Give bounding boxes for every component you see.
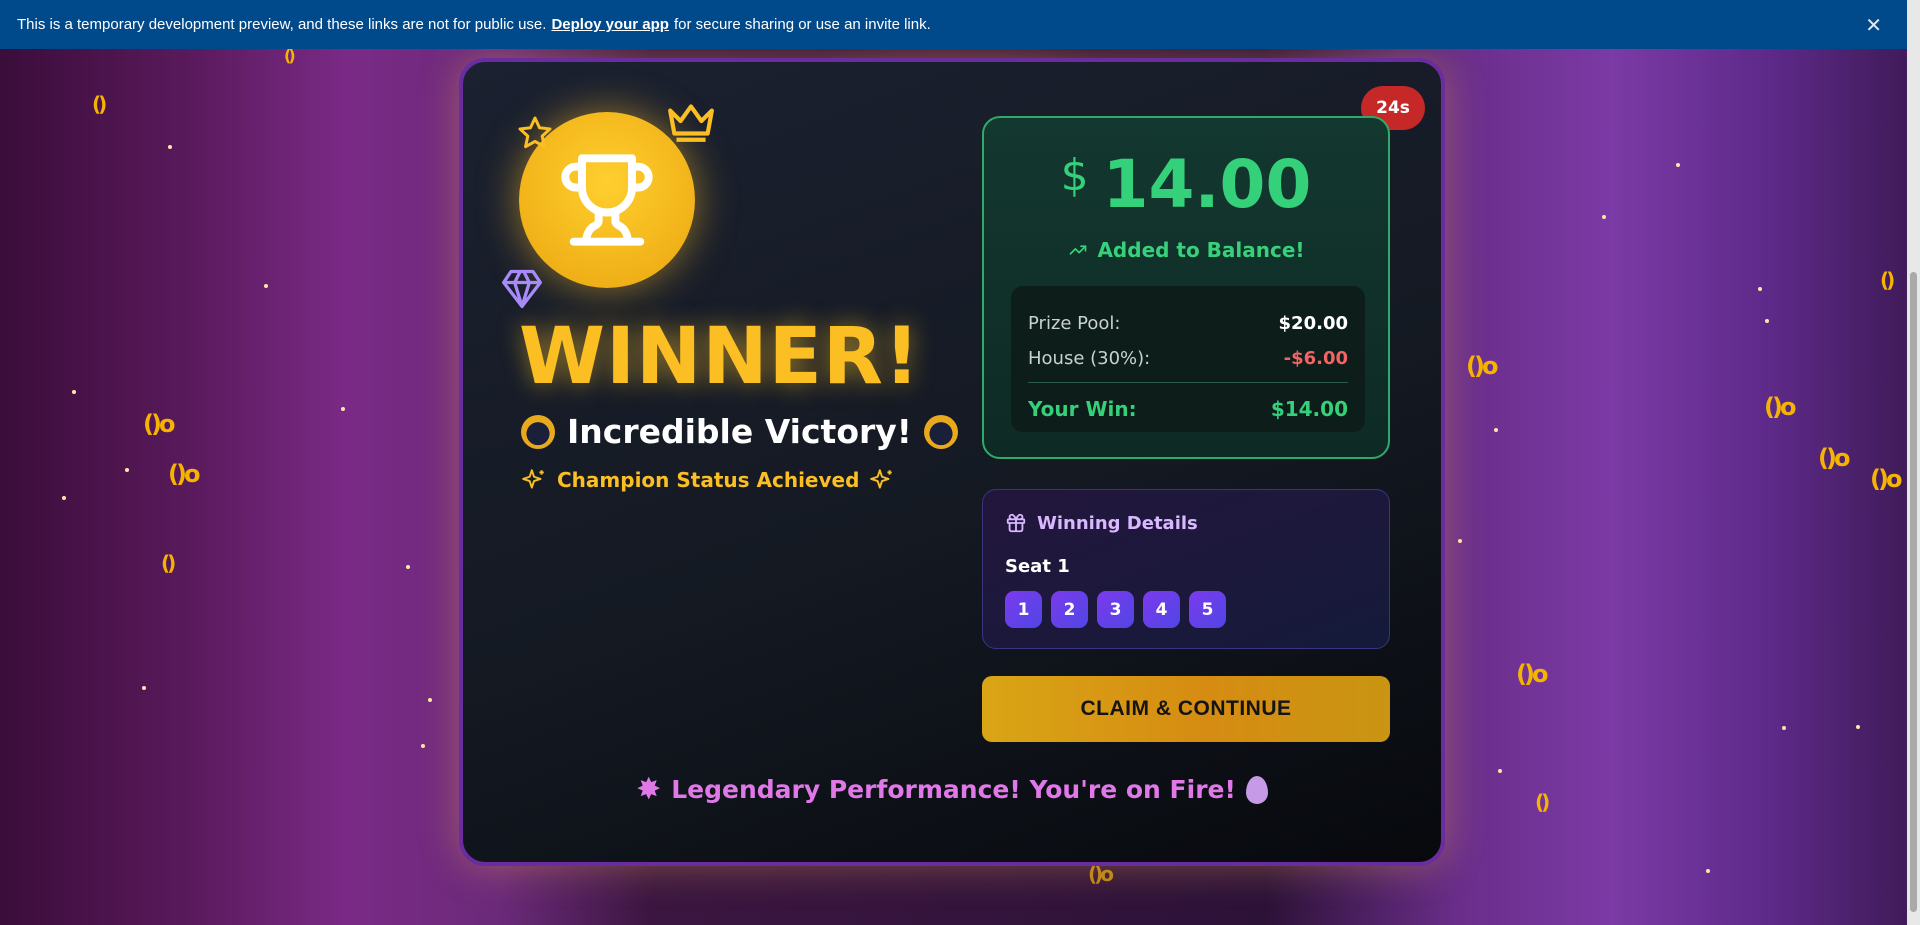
footer-message: ✸ Legendary Performance! You're on Fire! bbox=[463, 772, 1441, 807]
sparkle-dot bbox=[1494, 428, 1498, 432]
winner-title: WINNER! bbox=[519, 312, 921, 402]
coin-icon: () bbox=[161, 551, 176, 575]
sparkle-dot bbox=[142, 686, 146, 690]
trophy-icon bbox=[561, 154, 653, 246]
page-scrollbar[interactable] bbox=[1907, 0, 1920, 925]
star-icon bbox=[518, 116, 552, 149]
win-amount: $14.00 bbox=[984, 146, 1388, 223]
coin-icon: ()o bbox=[168, 460, 200, 488]
pool-label: Prize Pool: bbox=[1028, 313, 1121, 334]
seat-label: Seat 1 bbox=[1005, 556, 1070, 577]
added-text: Added to Balance! bbox=[1097, 238, 1305, 262]
claim-continue-button[interactable]: CLAIM & CONTINUE bbox=[982, 676, 1390, 742]
number-badge: 4 bbox=[1143, 591, 1180, 628]
banner-text: This is a temporary development preview,… bbox=[17, 16, 547, 33]
champion-text: Champion Status Achieved bbox=[557, 468, 860, 492]
coin-icon: () bbox=[92, 92, 107, 116]
prize-breakdown: Prize Pool: $20.00 House (30%): -$6.00 Y… bbox=[1011, 286, 1365, 432]
gift-icon bbox=[1006, 513, 1026, 533]
victory-text: Incredible Victory! bbox=[567, 412, 912, 451]
prize-card: $14.00 Added to Balance! Prize Pool: $20… bbox=[982, 116, 1390, 459]
trending-up-icon bbox=[1070, 245, 1087, 255]
sparkle-dot bbox=[264, 284, 268, 288]
sparkle-dot bbox=[1856, 725, 1860, 729]
deploy-link[interactable]: Deploy your app bbox=[551, 16, 669, 33]
coin-icon: () bbox=[1535, 790, 1550, 814]
preview-banner: This is a temporary development preview,… bbox=[0, 0, 1907, 49]
number-badge: 2 bbox=[1051, 591, 1088, 628]
winning-details-card: Winning Details Seat 1 1 2 3 4 5 bbox=[982, 489, 1390, 649]
sparkle-dot bbox=[1498, 769, 1502, 773]
house-value: -$6.00 bbox=[1283, 348, 1348, 369]
sparkle-dot bbox=[72, 390, 76, 394]
added-to-balance: Added to Balance! bbox=[984, 238, 1388, 262]
celebration-icon bbox=[923, 414, 958, 449]
sparkle-dot bbox=[1676, 163, 1680, 167]
your-win-row: Your Win: $14.00 bbox=[1028, 391, 1348, 426]
fire-icon bbox=[1245, 775, 1268, 804]
champion-status: Champion Status Achieved bbox=[521, 467, 895, 493]
coin-icon: ()o bbox=[1764, 393, 1796, 421]
sparkle-dot bbox=[1765, 319, 1769, 323]
coin-icon: ()o bbox=[1466, 352, 1498, 380]
sparkle-dot bbox=[62, 496, 66, 500]
coin-icon: ()o bbox=[1870, 465, 1902, 493]
win-label: Your Win: bbox=[1028, 396, 1137, 421]
number-badge: 5 bbox=[1189, 591, 1226, 628]
coin-icon: () bbox=[1880, 268, 1895, 292]
footer-message-text: Legendary Performance! You're on Fire! bbox=[671, 775, 1236, 804]
victory-line: Incredible Victory! bbox=[521, 412, 958, 451]
sparkle-dot bbox=[1602, 215, 1606, 219]
sparkle-dot bbox=[1706, 869, 1710, 873]
coin-icon: ()o bbox=[1516, 660, 1548, 688]
sparkles-icon bbox=[522, 469, 544, 489]
divider bbox=[1028, 382, 1348, 383]
sparkles-icon bbox=[870, 469, 893, 489]
sparkle-dot bbox=[421, 744, 425, 748]
coin-icon: ()o bbox=[143, 410, 175, 438]
close-icon[interactable]: ✕ bbox=[1865, 13, 1882, 38]
house-row: House (30%): -$6.00 bbox=[1028, 341, 1348, 376]
pool-value: $20.00 bbox=[1278, 313, 1348, 334]
number-badge: 1 bbox=[1005, 591, 1042, 628]
gem-icon bbox=[502, 269, 542, 308]
sparkle-dot bbox=[125, 468, 129, 472]
number-list: 1 2 3 4 5 bbox=[1005, 591, 1226, 628]
number-badge: 3 bbox=[1097, 591, 1134, 628]
sparkle-dot bbox=[1758, 287, 1762, 291]
win-value: $14.00 bbox=[1270, 396, 1348, 421]
burst-icon: ✸ bbox=[636, 772, 662, 807]
sparkle-dot bbox=[1458, 539, 1462, 543]
sparkle-dot bbox=[341, 407, 345, 411]
crown-icon bbox=[668, 104, 714, 142]
sparkle-dot bbox=[168, 145, 172, 149]
house-label: House (30%): bbox=[1028, 348, 1151, 369]
sparkle-dot bbox=[406, 565, 410, 569]
details-title: Winning Details bbox=[1005, 512, 1198, 534]
pool-row: Prize Pool: $20.00 bbox=[1028, 306, 1348, 341]
banner-text-after: for secure sharing or use an invite link… bbox=[673, 16, 931, 33]
winner-modal: 24s WINNER! Incredible Victory! Champion… bbox=[459, 58, 1445, 866]
scrollbar-thumb[interactable] bbox=[1910, 272, 1917, 912]
amount-value: 14.00 bbox=[1102, 146, 1312, 223]
sparkle-dot bbox=[428, 698, 432, 702]
currency-symbol: $ bbox=[1060, 150, 1089, 201]
celebration-icon bbox=[521, 414, 555, 449]
sparkle-dot bbox=[1782, 726, 1786, 730]
details-title-text: Winning Details bbox=[1037, 512, 1198, 534]
coin-icon: ()o bbox=[1818, 444, 1850, 472]
